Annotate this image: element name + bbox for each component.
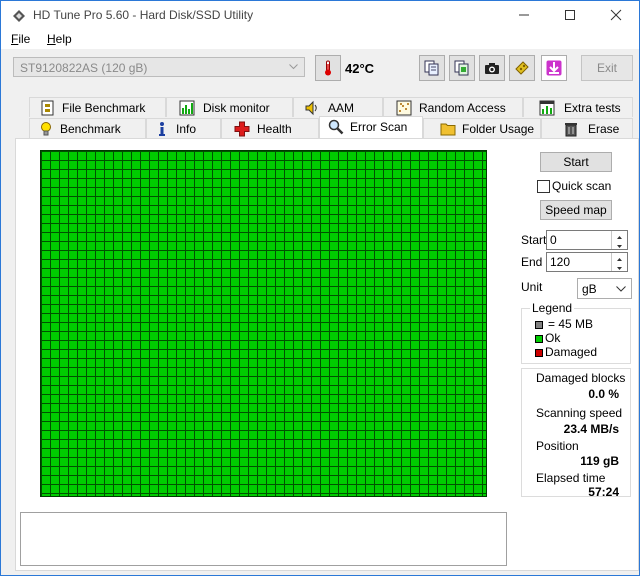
- tab-row-bottom: Benchmark Info Health Error Scan Folder …: [1, 116, 639, 138]
- trash-icon: [565, 123, 577, 137]
- unit-value: gB: [582, 282, 597, 296]
- extra-tests-icon: [539, 100, 555, 116]
- copy-text-icon: [424, 60, 439, 76]
- tab-info[interactable]: Info: [146, 118, 221, 138]
- legend-block-swatch: [535, 321, 543, 329]
- file-benchmark-icon: [41, 100, 54, 116]
- end-input[interactable]: 120: [546, 252, 628, 272]
- block-map: [40, 150, 487, 497]
- app-window: HD Tune Pro 5.60 - Hard Disk/SSD Utility…: [0, 0, 640, 576]
- drive-select[interactable]: ST9120822AS (120 gB): [13, 57, 305, 77]
- start-label: Start: [521, 233, 547, 247]
- legend-damaged-label: Damaged: [545, 345, 598, 359]
- spin-up-icon[interactable]: [611, 253, 627, 262]
- random-access-icon: [396, 100, 412, 116]
- chevron-down-icon: [616, 286, 626, 292]
- start-value: 0: [550, 233, 557, 247]
- tab-error-scan[interactable]: Error Scan: [319, 116, 423, 138]
- copy-screenshot-button[interactable]: [449, 55, 475, 81]
- quick-scan-label: Quick scan: [552, 179, 612, 193]
- save-button[interactable]: [509, 55, 535, 81]
- damaged-blocks-value: 0.0 %: [588, 387, 619, 401]
- minimize-button[interactable]: [501, 1, 547, 29]
- camera-icon: [485, 63, 499, 74]
- legend-ok-label: Ok: [545, 331, 561, 345]
- window-title: HD Tune Pro 5.60 - Hard Disk/SSD Utility: [33, 8, 254, 22]
- menu-bar: File Help: [1, 29, 639, 49]
- spin-up-icon[interactable]: [611, 231, 627, 240]
- temperature-readout: 42°C: [345, 61, 375, 76]
- unit-label: Unit: [521, 280, 543, 294]
- disk-monitor-icon: [179, 100, 195, 116]
- damaged-blocks-label: Damaged blocks: [536, 371, 626, 385]
- tab-extra-tests[interactable]: Extra tests: [523, 97, 633, 117]
- stats-group: Damaged blocks 0.0 % Scanning speed 23.4…: [521, 368, 631, 499]
- menu-help[interactable]: Help: [47, 32, 72, 46]
- tab-disk-monitor[interactable]: Disk monitor: [166, 97, 293, 117]
- toolbar: ST9120822AS (120 gB) 42°C Exit: [1, 49, 639, 93]
- copy-screenshot-icon: [454, 60, 469, 76]
- quick-scan-checkbox[interactable]: [537, 180, 550, 193]
- legend-ok-swatch: [535, 335, 543, 343]
- screenshot-button[interactable]: [479, 55, 505, 81]
- start-input[interactable]: 0: [546, 230, 628, 250]
- legend-block-size: = 45 MB: [548, 317, 594, 331]
- download-icon: [546, 60, 562, 76]
- tab-row-top: File Benchmark Disk monitor AAM Random A…: [1, 97, 639, 117]
- copy-text-button[interactable]: [419, 55, 445, 81]
- save-icon: [515, 61, 529, 75]
- drive-select-value: ST9120822AS (120 gB): [20, 61, 148, 75]
- elapsed-time-value: 57:24: [588, 485, 619, 499]
- health-cross-icon: [234, 121, 250, 137]
- scanning-speed-label: Scanning speed: [536, 406, 623, 420]
- end-label: End: [521, 255, 543, 269]
- menu-file[interactable]: File: [11, 32, 30, 46]
- scanning-speed-value: 23.4 MB/s: [563, 422, 619, 436]
- lightbulb-icon: [41, 122, 51, 136]
- tab-erase[interactable]: Erase: [541, 118, 633, 138]
- position-label: Position: [536, 439, 579, 453]
- legend-title: Legend: [530, 301, 575, 315]
- chevron-down-icon: [289, 64, 298, 70]
- unit-select[interactable]: gB: [577, 278, 632, 299]
- legend-damaged-swatch: [535, 349, 543, 357]
- legend-group: Legend = 45 MB Ok Damaged: [521, 301, 631, 364]
- download-button[interactable]: [541, 55, 567, 81]
- magnifier-icon: [328, 119, 344, 135]
- spin-down-icon[interactable]: [611, 240, 627, 249]
- tab-random-access[interactable]: Random Access: [383, 97, 523, 117]
- position-value: 119 gB: [580, 454, 619, 468]
- folder-icon: [440, 123, 456, 136]
- exit-button[interactable]: Exit: [581, 55, 633, 81]
- title-bar[interactable]: HD Tune Pro 5.60 - Hard Disk/SSD Utility: [1, 1, 639, 29]
- spin-down-icon[interactable]: [611, 262, 627, 271]
- tab-file-benchmark[interactable]: File Benchmark: [29, 97, 166, 117]
- close-icon: [610, 9, 622, 21]
- hd-tune-app-icon: [13, 10, 25, 22]
- tab-health[interactable]: Health: [221, 118, 319, 138]
- start-scan-button[interactable]: Start: [540, 152, 612, 172]
- speaker-icon: [305, 100, 317, 116]
- maximize-icon: [565, 10, 575, 20]
- scan-log-box[interactable]: [20, 512, 507, 566]
- end-value: 120: [550, 255, 571, 269]
- temperature-button[interactable]: [315, 55, 341, 81]
- minimize-icon: [519, 14, 529, 16]
- maximize-button[interactable]: [547, 1, 593, 29]
- thermometer-icon: [325, 60, 331, 76]
- elapsed-time-label: Elapsed time: [536, 471, 606, 485]
- close-button[interactable]: [593, 1, 639, 29]
- error-scan-panel: Start Quick scan Speed map Start 0 End 1…: [15, 138, 639, 571]
- tab-benchmark[interactable]: Benchmark: [29, 118, 146, 138]
- tab-aam[interactable]: AAM: [293, 97, 383, 117]
- tab-folder-usage[interactable]: Folder Usage: [423, 118, 541, 138]
- info-icon: [159, 122, 165, 136]
- speed-map-button[interactable]: Speed map: [540, 200, 612, 220]
